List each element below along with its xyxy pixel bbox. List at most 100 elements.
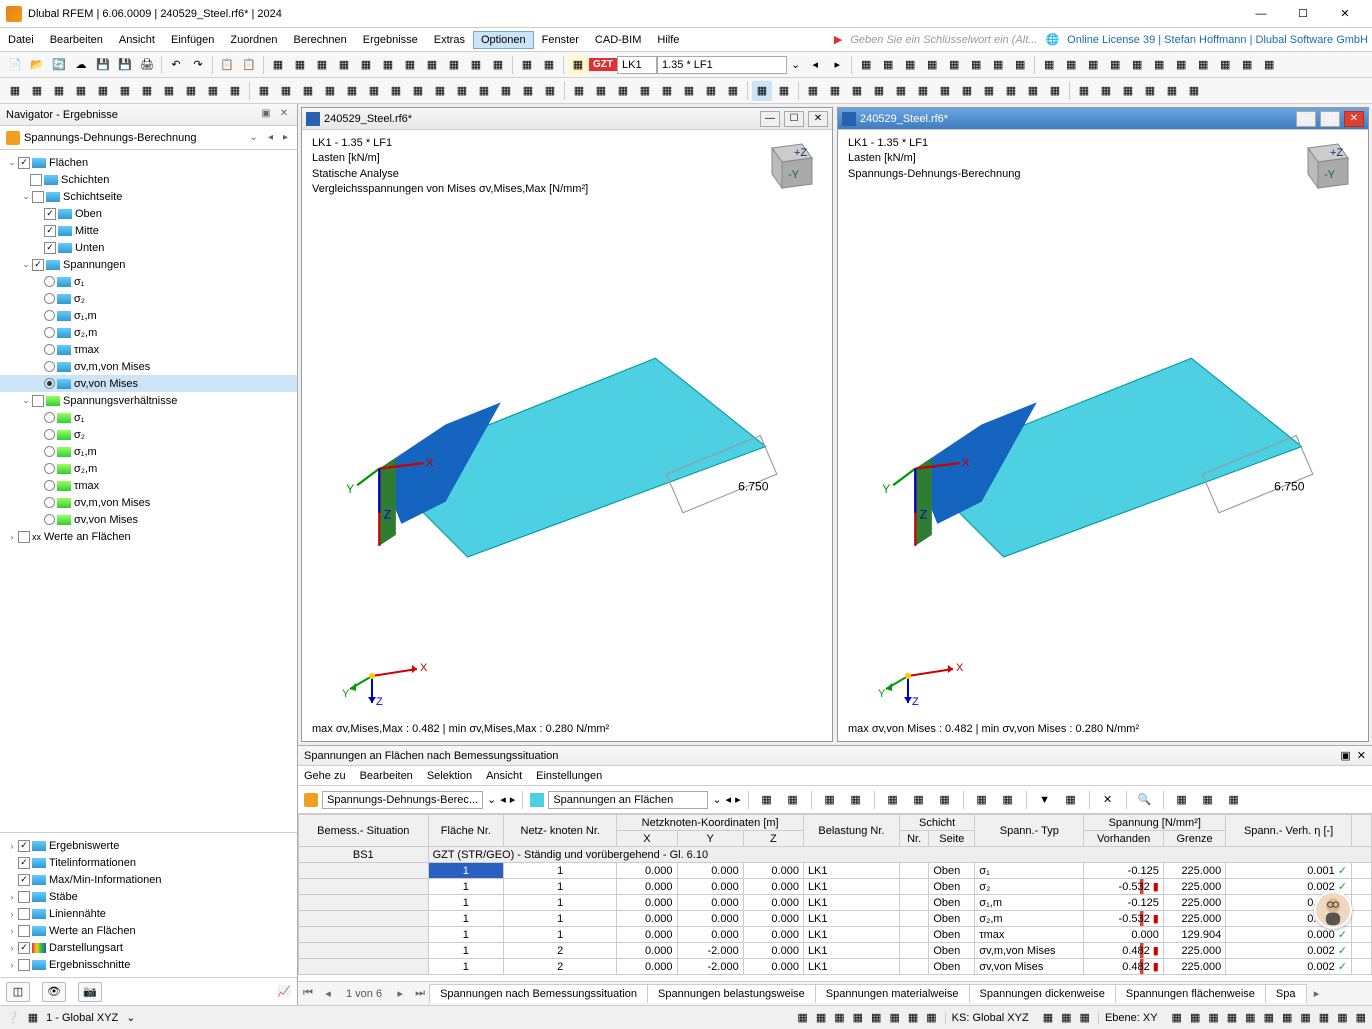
- tool-icon[interactable]: ▦: [568, 55, 588, 75]
- tree-s2m[interactable]: σ₂,m: [0, 324, 297, 341]
- tool-icon[interactable]: ▦: [1149, 55, 1169, 75]
- status-icon[interactable]: ▦: [1061, 1011, 1071, 1024]
- tool-icon[interactable]: ▦: [752, 81, 772, 101]
- status-icon[interactable]: ▦: [1282, 1011, 1292, 1024]
- first-icon[interactable]: ⏮: [298, 987, 318, 1000]
- tree-r-svmvm[interactable]: σv,m,von Mises: [0, 494, 297, 511]
- tool-icon[interactable]: ▦: [159, 81, 179, 101]
- th-y[interactable]: Y: [677, 831, 743, 847]
- tool-icon[interactable]: ▦: [452, 81, 472, 101]
- status-icon[interactable]: ▦: [816, 1011, 826, 1024]
- menu-cadbim[interactable]: CAD-BIM: [587, 31, 649, 49]
- tree-r-s2m[interactable]: σ₂,m: [0, 460, 297, 477]
- th-x[interactable]: X: [617, 831, 677, 847]
- tool-icon[interactable]: ▦: [1118, 81, 1138, 101]
- next-icon[interactable]: ▸: [280, 132, 291, 143]
- chevron-down-icon[interactable]: ⌄: [126, 1011, 135, 1024]
- tool-icon[interactable]: ▦: [1023, 81, 1043, 101]
- status-icon[interactable]: ▦: [1172, 1011, 1182, 1024]
- filter-icon[interactable]: ▼: [1035, 790, 1055, 810]
- menu-bearbeiten[interactable]: Bearbeiten: [42, 31, 111, 49]
- tool-icon[interactable]: ▦: [900, 55, 920, 75]
- tool-icon[interactable]: ▦: [957, 81, 977, 101]
- tool-icon[interactable]: ▦: [539, 55, 559, 75]
- tool-icon[interactable]: ▦: [1198, 790, 1218, 810]
- tool-icon[interactable]: ▦: [518, 81, 538, 101]
- tool-icon[interactable]: ▦: [408, 81, 428, 101]
- table-row[interactable]: 1 1 0.0000.0000.000 LK1 Oben σ₂ -0.532 ▮…: [299, 879, 1372, 895]
- tool-icon[interactable]: ▦: [1224, 790, 1244, 810]
- tool-icon[interactable]: ▦: [1215, 55, 1235, 75]
- loadcase-combo[interactable]: LK1: [617, 56, 657, 74]
- tool-icon[interactable]: ▦: [1045, 81, 1065, 101]
- status-icon[interactable]: ▦: [1319, 1011, 1329, 1024]
- maximize-button[interactable]: ☐: [1282, 0, 1324, 28]
- save-icon[interactable]: 💾: [93, 55, 113, 75]
- tree-s1[interactable]: σ₁: [0, 273, 297, 290]
- status-icon[interactable]: ▦: [28, 1011, 38, 1024]
- tool-icon[interactable]: ▦: [474, 81, 494, 101]
- tab-dickenweise[interactable]: Spannungen dickenweise: [969, 984, 1116, 1003]
- tool-icon[interactable]: ▦: [137, 81, 157, 101]
- th-schicht-nr[interactable]: Nr.: [899, 831, 928, 847]
- save-as-icon[interactable]: 💾: [115, 55, 135, 75]
- tree-r-s1m[interactable]: σ₁,m: [0, 443, 297, 460]
- tool-icon[interactable]: ▦: [71, 81, 91, 101]
- tmenu-selektion[interactable]: Selektion: [427, 770, 472, 782]
- tool-icon[interactable]: ▦: [364, 81, 384, 101]
- tool-icon[interactable]: ▦: [723, 81, 743, 101]
- tree-oben[interactable]: ✓Oben: [0, 205, 297, 222]
- menu-ergebnisse[interactable]: Ergebnisse: [355, 31, 426, 49]
- tool-icon[interactable]: ▦: [422, 55, 442, 75]
- tool-icon[interactable]: ▦: [225, 81, 245, 101]
- tool-icon[interactable]: ▦: [1096, 81, 1116, 101]
- tool-icon[interactable]: ▦: [1184, 81, 1204, 101]
- tool-icon[interactable]: ▦: [1140, 81, 1160, 101]
- minimize-button[interactable]: —: [1240, 0, 1282, 28]
- tree-spannungen[interactable]: ⌄✓Spannungen: [0, 256, 297, 273]
- cloud-icon[interactable]: ☁: [71, 55, 91, 75]
- tree-spannungsverh[interactable]: ⌄Spannungsverhältnisse: [0, 392, 297, 409]
- table-row[interactable]: 1 1 0.0000.0000.000 LK1 Oben σ₁,m -0.125…: [299, 895, 1372, 911]
- tool-icon[interactable]: ▦: [5, 81, 25, 101]
- tool-icon[interactable]: ▦: [856, 55, 876, 75]
- status-icon[interactable]: ▦: [1337, 1011, 1347, 1024]
- nav-view-1-icon[interactable]: ◫: [6, 982, 30, 1002]
- th-schicht[interactable]: Schicht: [899, 815, 974, 831]
- chevron-down-icon[interactable]: ⌄: [787, 58, 804, 71]
- chevron-down-icon[interactable]: ⌄: [247, 132, 261, 143]
- tool-icon[interactable]: ▦: [49, 81, 69, 101]
- paste-icon[interactable]: 📋: [239, 55, 259, 75]
- tree-r-tmax[interactable]: τmax: [0, 477, 297, 494]
- lower-titelinfo[interactable]: ✓Titelinformationen: [0, 854, 297, 871]
- tool-icon[interactable]: ▦: [972, 790, 992, 810]
- tool-icon[interactable]: ▦: [757, 790, 777, 810]
- tool-icon[interactable]: ▦: [1171, 55, 1191, 75]
- tool-icon[interactable]: ▦: [1061, 790, 1081, 810]
- tmenu-bearbeiten[interactable]: Bearbeiten: [360, 770, 413, 782]
- tool-icon[interactable]: ▦: [847, 81, 867, 101]
- menu-fenster[interactable]: Fenster: [534, 31, 587, 49]
- status-icon[interactable]: ▦: [1190, 1011, 1200, 1024]
- th-verh[interactable]: Spann.- Verh. η [-]: [1226, 815, 1352, 847]
- menu-optionen[interactable]: Optionen: [473, 31, 534, 49]
- tool-icon[interactable]: ▦: [988, 55, 1008, 75]
- tool-icon[interactable]: ▦: [312, 55, 332, 75]
- tool-icon[interactable]: ▦: [1010, 55, 1030, 75]
- navigator-breadcrumb[interactable]: Spannungs-Dehnungs-Berechnung ⌄ ◂ ▸: [0, 126, 297, 150]
- menu-extras[interactable]: Extras: [426, 31, 473, 49]
- tool-icon[interactable]: ▦: [679, 81, 699, 101]
- status-icon[interactable]: ▦: [797, 1011, 807, 1024]
- tool-icon[interactable]: ▦: [979, 81, 999, 101]
- tool-icon[interactable]: ▦: [27, 81, 47, 101]
- tool-icon[interactable]: ▦: [1237, 55, 1257, 75]
- th-netz[interactable]: Netz- knoten Nr.: [504, 815, 617, 847]
- tool-icon[interactable]: ▦: [386, 81, 406, 101]
- tool-icon[interactable]: ▦: [883, 790, 903, 810]
- close-icon[interactable]: ✕: [277, 108, 291, 122]
- tree-svvm[interactable]: σv,von Mises: [0, 375, 297, 392]
- tool-icon[interactable]: ▦: [496, 81, 516, 101]
- tree-mitte[interactable]: ✓Mitte: [0, 222, 297, 239]
- tool-icon[interactable]: ▦: [913, 81, 933, 101]
- tool-icon[interactable]: ▦: [342, 81, 362, 101]
